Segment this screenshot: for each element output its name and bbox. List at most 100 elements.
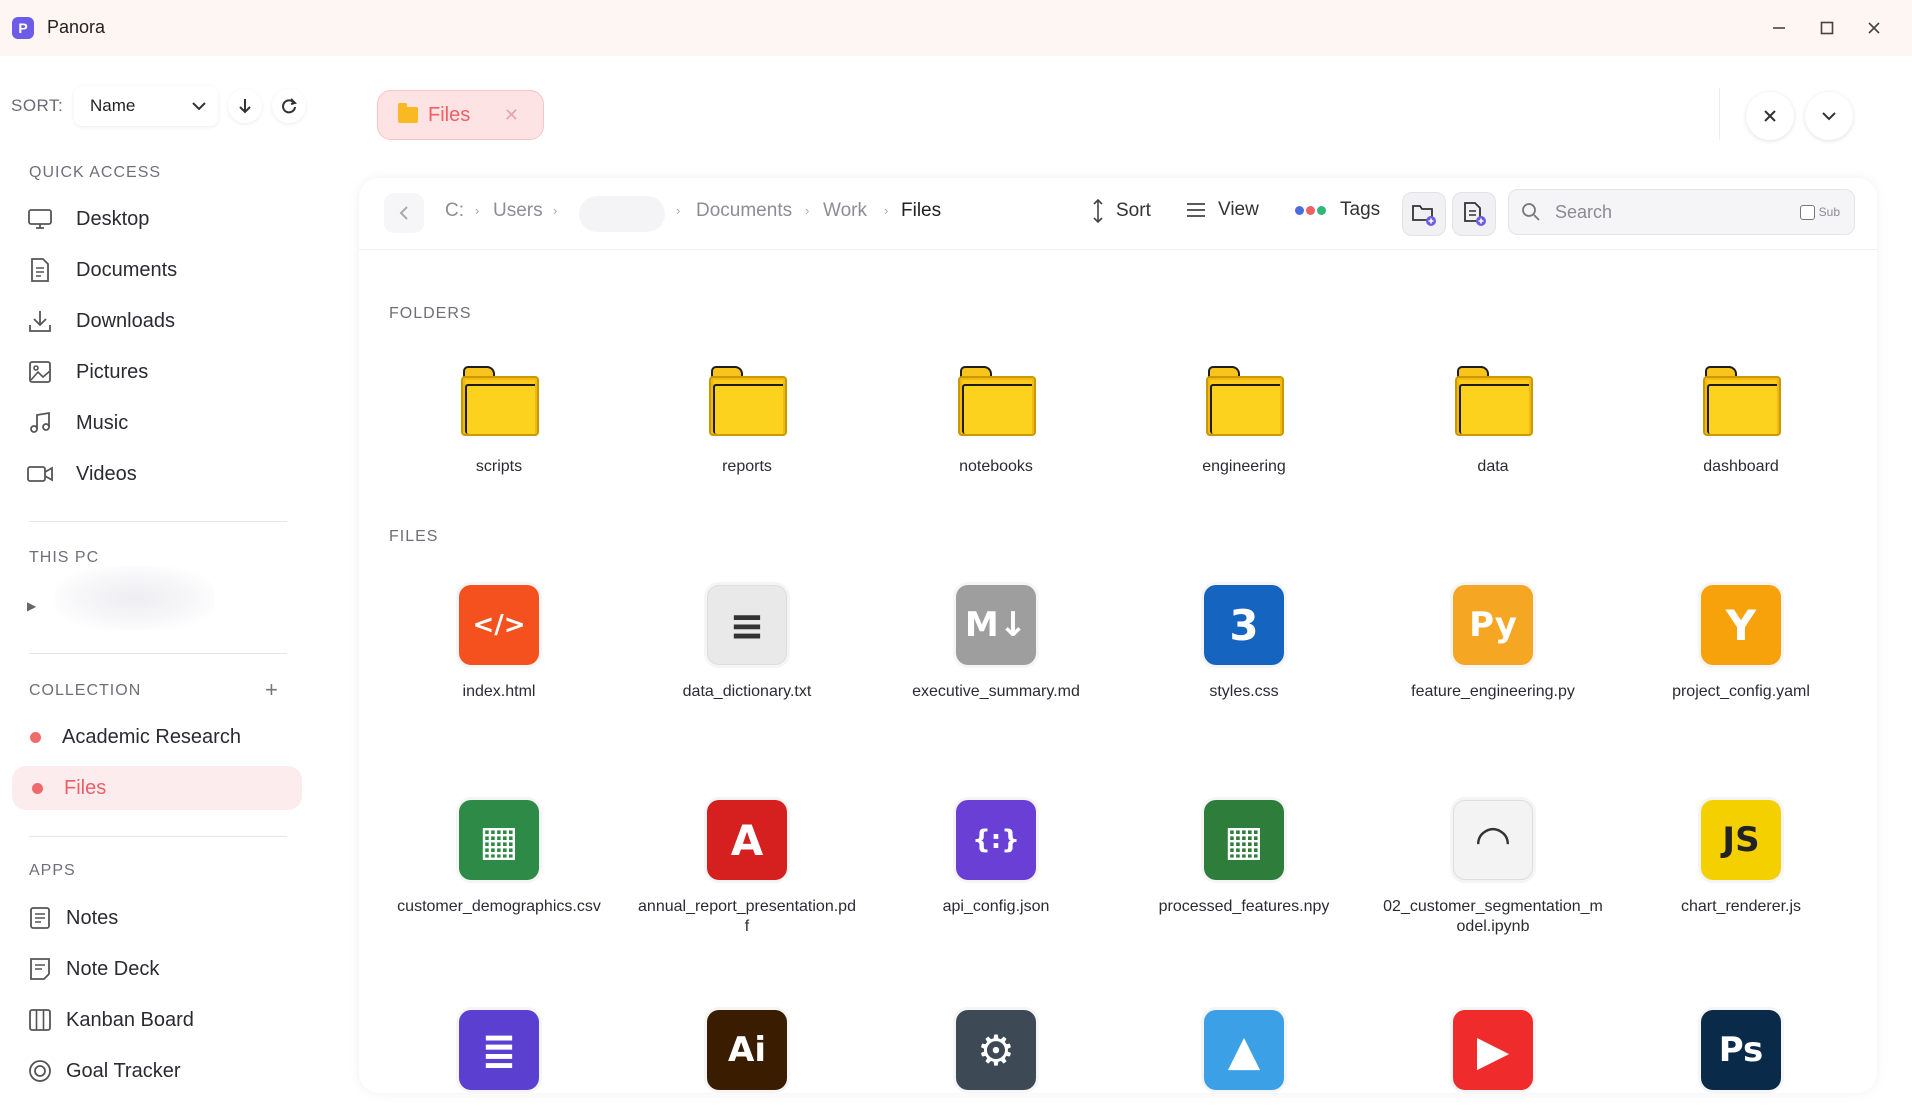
apps-title: APPS (29, 862, 76, 879)
breadcrumb-drive[interactable]: C: (445, 200, 464, 222)
app-note-deck[interactable]: Note Deck (26, 949, 159, 989)
app-notes[interactable]: Notes (26, 898, 118, 938)
file-item[interactable]: ▲ (1134, 1008, 1354, 1093)
sort-row: SORT: Name (11, 86, 306, 126)
image-icon (26, 358, 54, 386)
breadcrumb-users[interactable]: Users (493, 200, 543, 222)
expand-tabs-button[interactable] (1805, 92, 1853, 140)
minimize-button[interactable] (1767, 16, 1791, 40)
collection-files[interactable]: Files (12, 766, 302, 810)
folder-name: notebooks (959, 458, 1033, 475)
file-item[interactable]: Yproject_config.yaml (1631, 583, 1851, 702)
checkbox[interactable] (1799, 204, 1815, 220)
folder-item[interactable]: dashboard (1631, 360, 1851, 477)
collection-academic-research[interactable]: Academic Research (26, 717, 241, 757)
text-file-icon: ≡ (705, 585, 789, 669)
file-name: annual_report_presentation.pdf (638, 898, 856, 935)
new-file-button[interactable] (1452, 192, 1496, 236)
sidebar-item-pictures[interactable]: Pictures (26, 352, 148, 392)
view-button[interactable]: View (1186, 199, 1259, 221)
view-label: View (1218, 199, 1259, 220)
sidebar-item-label: Documents (76, 258, 178, 281)
tab-label: Files (428, 103, 471, 126)
back-button[interactable] (384, 193, 424, 233)
sort-label: SORT: (11, 96, 64, 115)
folder-item[interactable]: notebooks (886, 360, 1106, 477)
javascript-icon: JS (1699, 800, 1783, 884)
file-item[interactable]: M↓ executive_summary.md (886, 583, 1106, 702)
refresh-button[interactable] (272, 89, 306, 123)
file-item[interactable]: Aannual_report_presentation.pdf (637, 798, 857, 937)
file-name: 02_customer_segmentation_model.ipynb (1383, 898, 1603, 935)
app-kanban-board[interactable]: Kanban Board (26, 1000, 194, 1040)
folder-name: data (1477, 458, 1509, 475)
file-item[interactable]: Ai (637, 1008, 857, 1093)
tab-files[interactable]: Files ✕ (377, 90, 544, 140)
illustrator-icon: Ai (705, 1010, 789, 1093)
add-collection-button[interactable]: + (265, 677, 278, 703)
database-icon: ≣ (457, 1010, 541, 1093)
file-item[interactable]: Py feature_engineering.py (1383, 583, 1603, 702)
tab-close-icon[interactable]: ✕ (504, 105, 519, 126)
sidebar-item-videos[interactable]: Videos (26, 454, 137, 494)
breadcrumb-username-redacted[interactable] (579, 196, 665, 232)
sort-button[interactable]: Sort (1092, 199, 1151, 223)
file-item[interactable]: ▦ processed_features.npy (1134, 798, 1354, 917)
sort-select[interactable]: Name (74, 86, 218, 126)
css-icon: 3 (1202, 585, 1286, 669)
maximize-button[interactable] (1815, 16, 1839, 40)
refresh-icon (282, 98, 297, 114)
jupyter-icon: ◠ (1451, 800, 1535, 884)
folder-item[interactable]: scripts (389, 360, 609, 477)
search-icon (1522, 203, 1540, 221)
folder-item[interactable]: engineering (1134, 360, 1354, 477)
collection-label: Academic Research (62, 725, 241, 748)
folder-icon (457, 360, 541, 444)
file-item[interactable]: ⚙ (886, 1008, 1106, 1093)
breadcrumb-documents[interactable]: Documents (696, 200, 792, 222)
numpy-icon: ▦ (1202, 800, 1286, 884)
file-item[interactable]: ≡ data_dictionary.txt (637, 583, 857, 702)
new-folder-button[interactable] (1402, 192, 1446, 236)
breadcrumb-current[interactable]: Files (901, 200, 941, 222)
sidebar-item-label: Pictures (76, 360, 149, 383)
collection-color-dot (32, 782, 43, 794)
file-item[interactable]: ▦ customer_demographics.csv (389, 798, 609, 917)
folder-name: engineering (1202, 458, 1286, 475)
expand-drive-icon[interactable]: ▶ (27, 599, 36, 613)
tags-button[interactable]: Tags (1295, 199, 1380, 221)
search-input[interactable] (1555, 201, 1775, 223)
sidebar-item-music[interactable]: Music (26, 403, 128, 443)
file-item[interactable]: ≣ (389, 1008, 609, 1093)
new-file-icon (1464, 202, 1486, 226)
file-item[interactable]: ◠ 02_customer_segmentation_model.ipynb (1383, 798, 1603, 937)
folder-item[interactable]: reports (637, 360, 857, 477)
collection-title: COLLECTION (29, 682, 142, 699)
document-icon (26, 256, 54, 284)
file-browser-panel: C: › Users › › Documents › Work › Files … (359, 178, 1877, 1093)
folder-icon (1451, 360, 1535, 444)
file-item[interactable]: JS chart_renderer.js (1631, 798, 1851, 917)
sort-direction-button[interactable] (228, 89, 262, 123)
file-item[interactable]: 3 styles.css (1134, 583, 1354, 702)
app-label: Kanban Board (66, 1008, 194, 1031)
file-item[interactable]: Ps (1631, 1008, 1851, 1093)
sidebar-item-desktop[interactable]: Desktop (26, 199, 149, 239)
breadcrumb-work[interactable]: Work (823, 200, 867, 222)
chevron-down-icon (192, 102, 206, 111)
target-icon (26, 1057, 54, 1085)
subfolder-search-toggle[interactable]: Sub (1799, 204, 1840, 220)
close-window-button[interactable] (1862, 16, 1886, 40)
folder-item[interactable]: data (1383, 360, 1603, 477)
sidebar-item-downloads[interactable]: Downloads (26, 301, 175, 341)
divider (29, 653, 287, 654)
file-item[interactable]: </> index.html (389, 583, 609, 702)
file-item[interactable]: ▶ (1383, 1008, 1603, 1093)
csv-icon: ▦ (457, 800, 541, 884)
folder-name: dashboard (1703, 458, 1779, 475)
app-goal-tracker[interactable]: Goal Tracker (26, 1051, 180, 1091)
close-tab-group-button[interactable] (1746, 92, 1794, 140)
file-item[interactable]: {:} api_config.json (886, 798, 1106, 917)
pdf-icon: A (705, 800, 789, 884)
sidebar-item-documents[interactable]: Documents (26, 250, 177, 290)
